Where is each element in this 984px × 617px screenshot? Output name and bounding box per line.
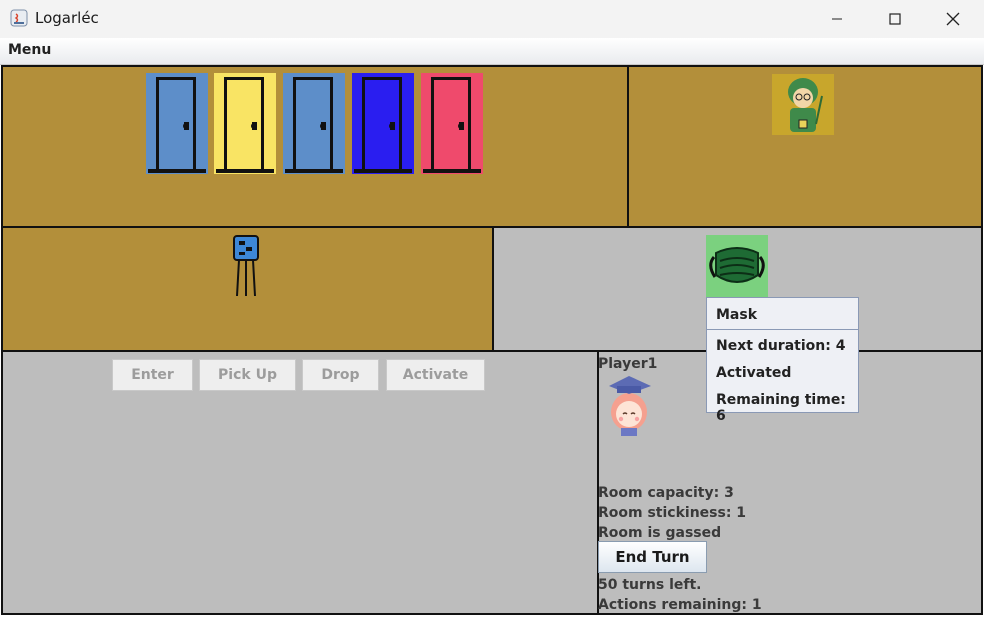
room-stickiness-label: Room stickiness: 1 — [598, 505, 747, 521]
door-icon[interactable] — [214, 73, 276, 174]
drop-button[interactable]: Drop — [302, 359, 379, 391]
minimize-button[interactable] — [808, 0, 866, 38]
minimize-icon — [832, 18, 842, 20]
actions-remaining-label: Actions remaining: 1 — [598, 597, 762, 613]
item-tooltip: Mask Next duration: 4 Activated Remainin… — [706, 297, 859, 424]
tooltip-next-duration: Next duration: 4 — [716, 338, 846, 354]
close-icon — [946, 12, 960, 26]
teacher-character-icon[interactable] — [772, 74, 834, 135]
room-status-label: Room is gassed — [598, 525, 722, 541]
activate-button[interactable]: Activate — [386, 359, 485, 391]
player-avatar — [609, 376, 651, 436]
door-icon[interactable] — [352, 73, 414, 174]
end-turn-button[interactable]: End Turn — [598, 541, 707, 573]
door-icon[interactable] — [421, 73, 483, 174]
close-button[interactable] — [924, 0, 982, 38]
java-app-icon — [10, 9, 28, 27]
tooltip-remaining-time: Remaining time: 6 — [716, 392, 846, 424]
mask-icon[interactable] — [706, 235, 768, 297]
door-icon[interactable] — [146, 73, 208, 174]
room-capacity-label: Room capacity: 3 — [598, 485, 734, 501]
window-title: Logarléc — [35, 9, 99, 27]
door-icon[interactable] — [283, 73, 345, 174]
menu-bar: Menu — [0, 38, 984, 65]
pick-up-button[interactable]: Pick Up — [199, 359, 296, 391]
enter-button[interactable]: Enter — [112, 359, 193, 391]
action-panel — [1, 350, 599, 615]
tooltip-status: Activated — [716, 365, 792, 381]
title-bar: Logarléc — [0, 0, 984, 38]
tooltip-divider — [707, 329, 858, 330]
maximize-icon — [889, 13, 901, 25]
tooltip-title: Mask — [716, 307, 758, 323]
transistor-icon[interactable] — [232, 235, 260, 297]
player-name: Player1 — [598, 356, 658, 372]
turns-left-label: 50 turns left. — [598, 577, 702, 593]
menu-button[interactable]: Menu — [8, 42, 51, 58]
maximize-button[interactable] — [866, 0, 924, 38]
